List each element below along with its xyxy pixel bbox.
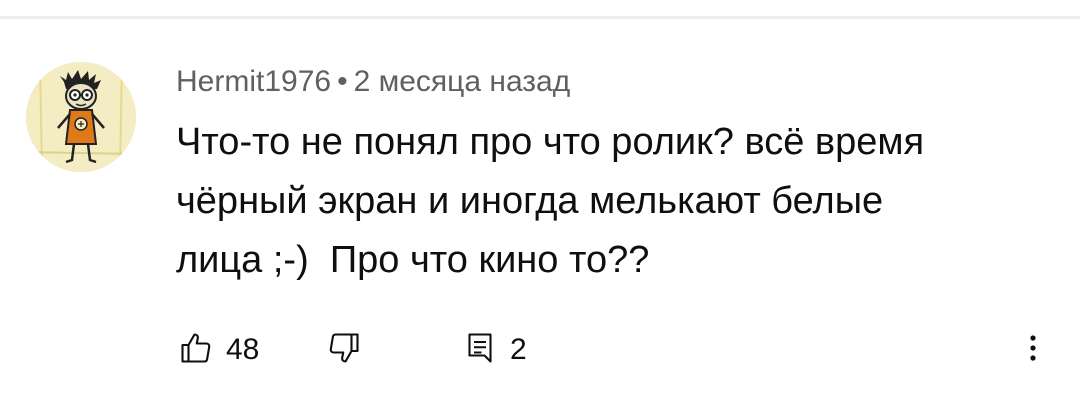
comment-card: Hermit1976 • 2 месяца назад Что-то не поня… — [0, 0, 1080, 416]
vertical-dots-icon — [1029, 330, 1037, 371]
comment-meta: Hermit1976 • 2 месяца назад — [176, 64, 570, 100]
comment-actions: 48 2 — [0, 320, 1080, 380]
dislike-button[interactable] — [326, 320, 362, 380]
reply-button[interactable]: 2 — [462, 320, 527, 380]
thumbs-down-icon — [326, 330, 362, 371]
reply-count: 2 — [510, 333, 527, 366]
like-count: 48 — [226, 333, 260, 366]
divider — [0, 16, 1080, 19]
comment-line: Что-то не понял про что ролик? всё время — [176, 121, 925, 163]
avatar-illustration — [26, 62, 136, 172]
comment-line: лица ;-) Про что кино то?? — [176, 239, 650, 281]
comment-icon — [462, 330, 498, 371]
comment-text: Что-то не понял про что ролик? всё время… — [176, 113, 1036, 290]
author-name[interactable]: Hermit1976 — [176, 65, 331, 98]
comment-line: чёрный экран и иногда мелькают белые — [176, 180, 884, 222]
more-options-button[interactable] — [1018, 320, 1048, 380]
thumbs-up-icon — [178, 330, 214, 371]
comment-time: 2 месяца назад — [353, 65, 571, 98]
meta-separator: • — [337, 65, 348, 98]
like-button[interactable]: 48 — [178, 320, 259, 380]
avatar[interactable] — [26, 62, 136, 172]
